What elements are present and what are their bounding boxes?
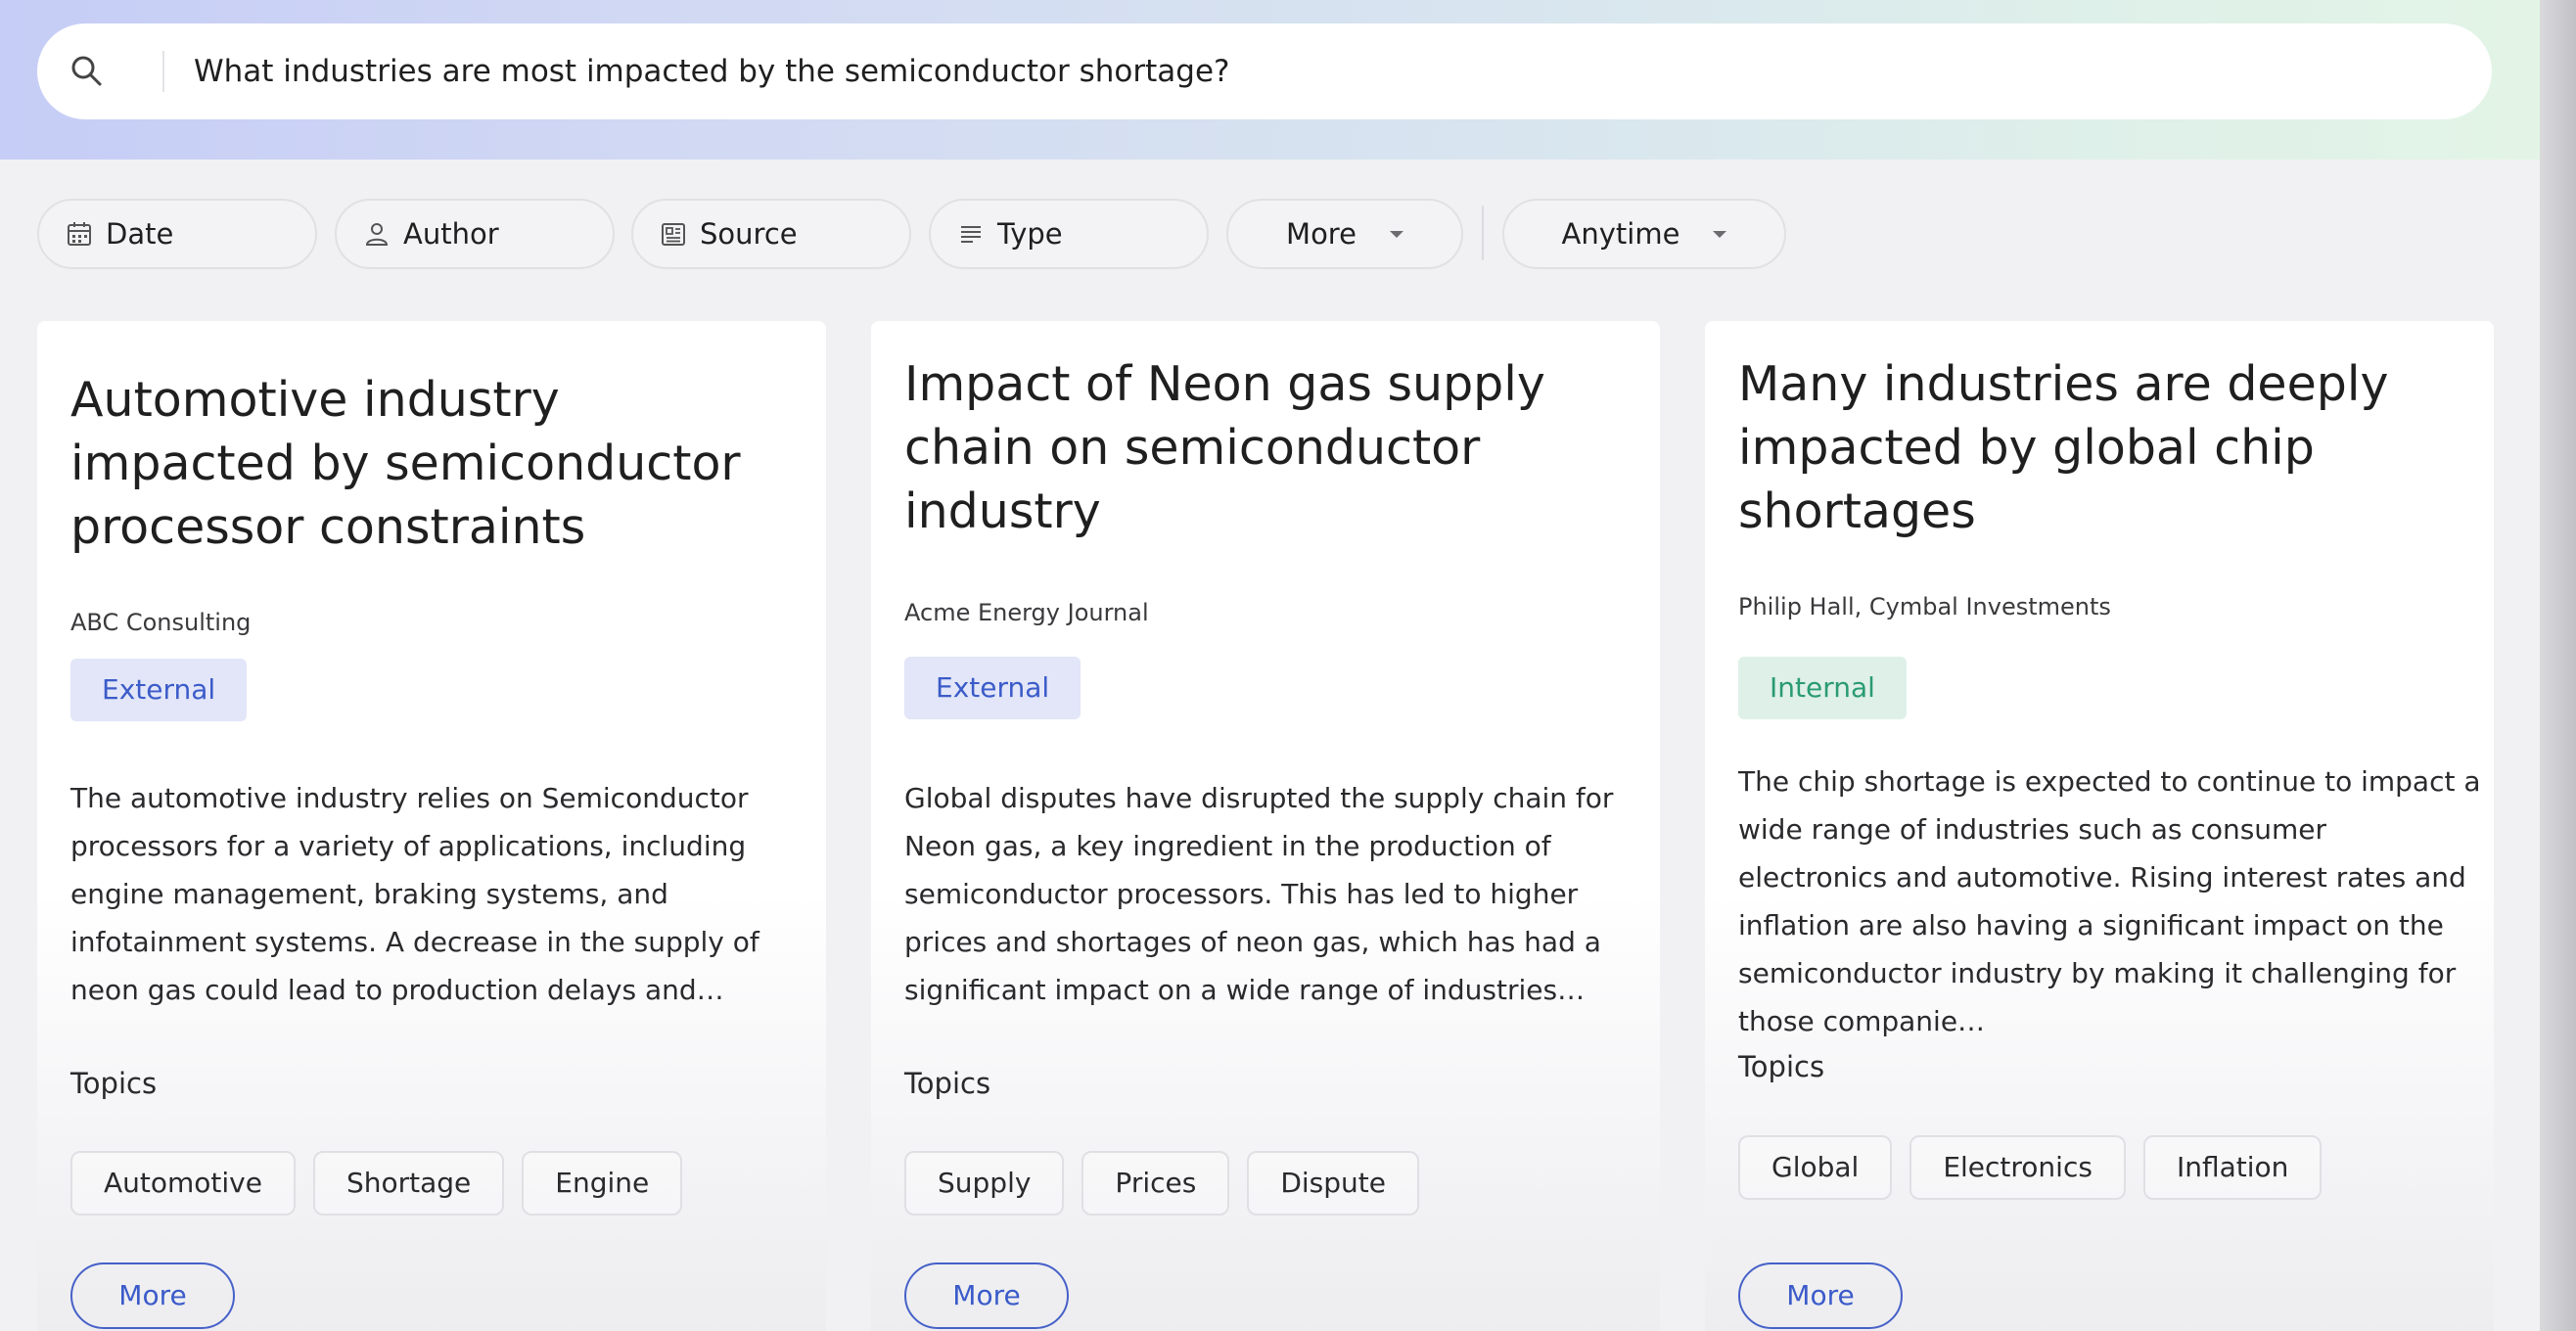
filter-date[interactable]: Date bbox=[37, 199, 317, 269]
filter-author[interactable]: Author bbox=[335, 199, 615, 269]
chevron-down-icon bbox=[1713, 230, 1727, 238]
filter-type-label: Type bbox=[997, 217, 1063, 251]
search-bar[interactable]: What industries are most impacted by the… bbox=[37, 23, 2492, 119]
more-button[interactable]: More bbox=[904, 1262, 1069, 1329]
source-type-badge: External bbox=[70, 659, 248, 721]
topics-list: Supply Prices Dispute bbox=[904, 1151, 1419, 1216]
filter-divider bbox=[1482, 206, 1484, 260]
filter-author-label: Author bbox=[403, 217, 499, 251]
card-title[interactable]: Many industries are deeply impacted by g… bbox=[1738, 352, 2443, 543]
topic-chip[interactable]: Engine bbox=[522, 1151, 683, 1216]
card-description: Global disputes have disrupted the suppl… bbox=[904, 782, 1614, 1006]
search-input[interactable]: What industries are most impacted by the… bbox=[194, 23, 1229, 119]
more-button[interactable]: More bbox=[70, 1262, 235, 1329]
result-card[interactable]: Impact of Neon gas supply chain on semic… bbox=[871, 321, 1660, 1331]
person-icon bbox=[365, 223, 389, 246]
topic-chip[interactable]: Global bbox=[1738, 1135, 1893, 1200]
chevron-down-icon bbox=[1389, 230, 1403, 238]
card-source: ABC Consulting bbox=[70, 609, 252, 636]
card-title[interactable]: Impact of Neon gas supply chain on semic… bbox=[904, 352, 1609, 543]
topic-chip[interactable]: Prices bbox=[1081, 1151, 1230, 1216]
search-divider bbox=[162, 51, 164, 92]
more-button[interactable]: More bbox=[1738, 1262, 1903, 1329]
topic-chip[interactable]: Inflation bbox=[2142, 1135, 2323, 1200]
result-card[interactable]: Automotive industry impacted by semicond… bbox=[37, 321, 826, 1331]
topic-chip[interactable]: Dispute bbox=[1247, 1151, 1419, 1216]
document-icon bbox=[662, 223, 685, 246]
topic-chip[interactable]: Shortage bbox=[312, 1151, 505, 1216]
topics-label: Topics bbox=[1738, 1050, 1825, 1083]
search-icon[interactable] bbox=[67, 51, 106, 90]
filter-anytime-label: Anytime bbox=[1561, 217, 1680, 251]
window-edge bbox=[2540, 0, 2576, 1331]
lines-icon bbox=[961, 226, 981, 243]
filter-type[interactable]: Type bbox=[929, 199, 1209, 269]
source-type-badge: External bbox=[904, 657, 1081, 719]
filter-more[interactable]: More bbox=[1226, 199, 1463, 269]
card-title[interactable]: Automotive industry impacted by semicond… bbox=[70, 368, 775, 559]
card-description: The automotive industry relies on Semico… bbox=[70, 782, 759, 1006]
card-source: Philip Hall, Cymbal Investments bbox=[1738, 593, 2111, 620]
filter-source-label: Source bbox=[700, 217, 798, 251]
source-type-badge: Internal bbox=[1738, 657, 1907, 719]
search-results-page: What industries are most impacted by the… bbox=[0, 0, 2576, 1331]
calendar-icon bbox=[68, 222, 91, 246]
topics-list: Automotive Shortage Engine bbox=[70, 1151, 683, 1216]
filter-anytime[interactable]: Anytime bbox=[1502, 199, 1786, 269]
topics-label: Topics bbox=[70, 1067, 158, 1100]
topic-chip[interactable]: Supply bbox=[904, 1151, 1065, 1216]
topics-label: Topics bbox=[904, 1067, 991, 1100]
filter-more-label: More bbox=[1286, 217, 1357, 251]
card-description: The chip shortage is expected to continu… bbox=[1738, 765, 2481, 1037]
topic-chip[interactable]: Automotive bbox=[70, 1151, 296, 1216]
topics-list: Global Electronics Inflation bbox=[1738, 1135, 2323, 1200]
card-source: Acme Energy Journal bbox=[904, 599, 1149, 626]
filter-date-label: Date bbox=[106, 217, 174, 251]
filter-source[interactable]: Source bbox=[631, 199, 911, 269]
topic-chip[interactable]: Electronics bbox=[1909, 1135, 2126, 1200]
result-card[interactable]: Many industries are deeply impacted by g… bbox=[1705, 321, 2494, 1331]
